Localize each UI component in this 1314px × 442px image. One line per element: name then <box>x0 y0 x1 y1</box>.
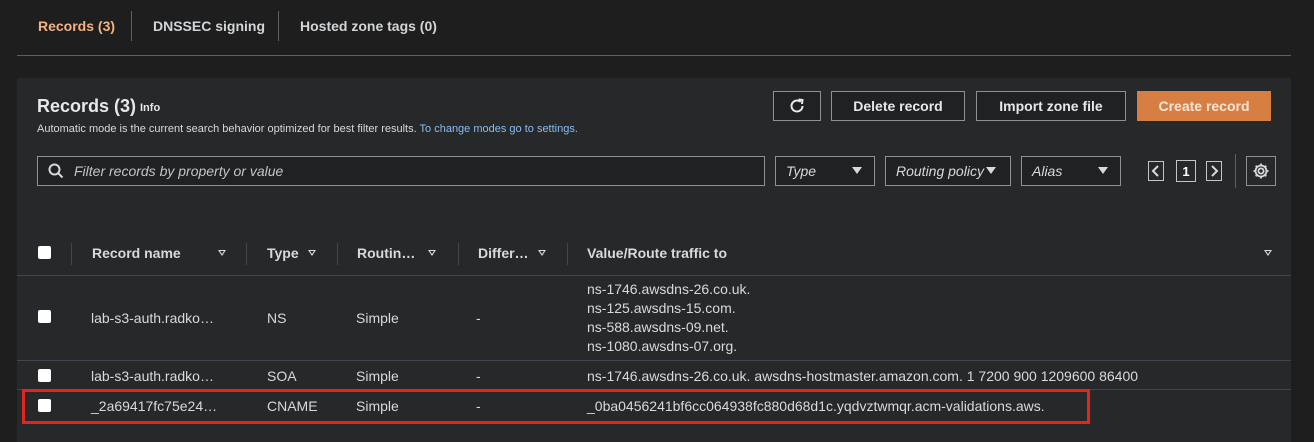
filter-records-input[interactable] <box>72 162 756 180</box>
type-filter-select[interactable]: Type <box>775 156 875 186</box>
record-name: lab-s3-auth.radko… <box>91 368 214 384</box>
column-divider <box>246 243 247 265</box>
create-record-button[interactable]: Create record <box>1137 91 1271 121</box>
sort-icon[interactable] <box>1264 250 1272 256</box>
tab-divider <box>131 11 132 41</box>
tab-bar: Records (3) DNSSEC signing Hosted zone t… <box>17 0 1291 56</box>
row-checkbox[interactable] <box>38 310 51 323</box>
record-value: ns-125.awsdns-15.com. <box>587 300 736 316</box>
column-divider <box>71 243 72 265</box>
chevron-left-icon <box>1151 165 1159 177</box>
sort-icon[interactable] <box>308 250 316 256</box>
routing-policy-filter-label: Routing policy <box>896 163 984 179</box>
chevron-down-icon <box>852 167 862 174</box>
import-zone-file-button[interactable]: Import zone file <box>976 91 1126 121</box>
row-checkbox[interactable] <box>38 369 51 382</box>
records-panel: Records (3) Info Automatic mode is the c… <box>17 78 1291 442</box>
alias-filter-select[interactable]: Alias <box>1021 156 1121 186</box>
chevron-down-icon <box>986 167 996 174</box>
record-name: _2a69417fc75e24… <box>91 398 218 414</box>
routing-policy-filter-select[interactable]: Routing policy <box>885 156 1011 186</box>
record-differentiator: - <box>476 398 481 414</box>
select-all-checkbox[interactable] <box>38 246 51 259</box>
column-divider <box>458 243 459 265</box>
settings-link[interactable]: To change modes go to settings. <box>420 123 578 135</box>
type-filter-label: Type <box>786 163 817 179</box>
column-divider <box>567 243 568 265</box>
record-values: ns-1746.awsdns-26.co.uk. ns-125.awsdns-1… <box>587 280 750 356</box>
record-routing: Simple <box>356 398 399 414</box>
current-page[interactable]: 1 <box>1176 160 1196 182</box>
record-value: ns-1080.awsdns-07.org. <box>587 338 738 354</box>
record-value: ns-588.awsdns-09.net. <box>587 319 729 335</box>
table-row[interactable]: _2a69417fc75e24… CNAME Simple - _0ba0456… <box>17 390 1291 422</box>
chevron-right-icon <box>1211 165 1219 177</box>
tab-records[interactable]: Records (3) <box>38 18 115 34</box>
record-name: lab-s3-auth.radko… <box>91 310 214 326</box>
record-value: ns-1746.awsdns-26.co.uk. <box>587 281 751 297</box>
table-header: Record name Type Routin… Differ… Value/R… <box>17 231 1291 276</box>
record-value: ns-1746.awsdns-26.co.uk. awsdns-hostmast… <box>587 368 1139 384</box>
gear-icon <box>1253 163 1269 179</box>
search-icon <box>48 163 64 179</box>
preferences-button[interactable] <box>1246 156 1276 186</box>
record-differentiator: - <box>476 368 481 384</box>
refresh-button[interactable] <box>773 91 821 121</box>
column-routing-policy[interactable]: Routin… <box>357 245 415 261</box>
table-row[interactable]: lab-s3-auth.radko… NS Simple - ns-1746.a… <box>17 276 1291 361</box>
record-value: _0ba0456241bf6cc064938fc880d68d1c.yqdvzt… <box>587 398 1045 414</box>
record-routing: Simple <box>356 368 399 384</box>
sort-icon[interactable] <box>218 250 226 256</box>
delete-record-button[interactable]: Delete record <box>831 91 965 121</box>
sort-icon[interactable] <box>428 250 436 256</box>
panel-description: Automatic mode is the current search beh… <box>37 123 578 135</box>
sort-icon[interactable] <box>538 250 546 256</box>
record-type: SOA <box>267 368 297 384</box>
panel-title: Records (3) <box>37 96 137 116</box>
description-text: Automatic mode is the current search beh… <box>37 123 417 135</box>
refresh-icon <box>790 98 804 113</box>
info-link[interactable]: Info <box>140 102 160 114</box>
alias-filter-label: Alias <box>1032 163 1063 179</box>
column-record-name[interactable]: Record name <box>92 245 181 261</box>
next-page-button[interactable] <box>1206 161 1222 181</box>
table-row[interactable]: lab-s3-auth.radko… SOA Simple - ns-1746.… <box>17 361 1291 390</box>
previous-page-button[interactable] <box>1148 161 1164 181</box>
row-checkbox[interactable] <box>38 399 51 412</box>
column-type[interactable]: Type <box>267 245 299 261</box>
tab-hosted-zone-tags[interactable]: Hosted zone tags (0) <box>300 18 437 34</box>
pagination-divider <box>1235 154 1236 188</box>
record-differentiator: - <box>476 310 481 326</box>
chevron-down-icon <box>1098 167 1108 174</box>
record-routing: Simple <box>356 310 399 326</box>
column-divider <box>337 243 338 265</box>
column-differentiator[interactable]: Differ… <box>478 245 529 261</box>
record-type: NS <box>267 310 287 326</box>
filter-search <box>37 156 765 186</box>
tab-divider <box>278 11 279 41</box>
column-value[interactable]: Value/Route traffic to <box>587 245 727 261</box>
tab-dnssec-signing[interactable]: DNSSEC signing <box>153 18 265 34</box>
record-type: CNAME <box>267 398 318 414</box>
